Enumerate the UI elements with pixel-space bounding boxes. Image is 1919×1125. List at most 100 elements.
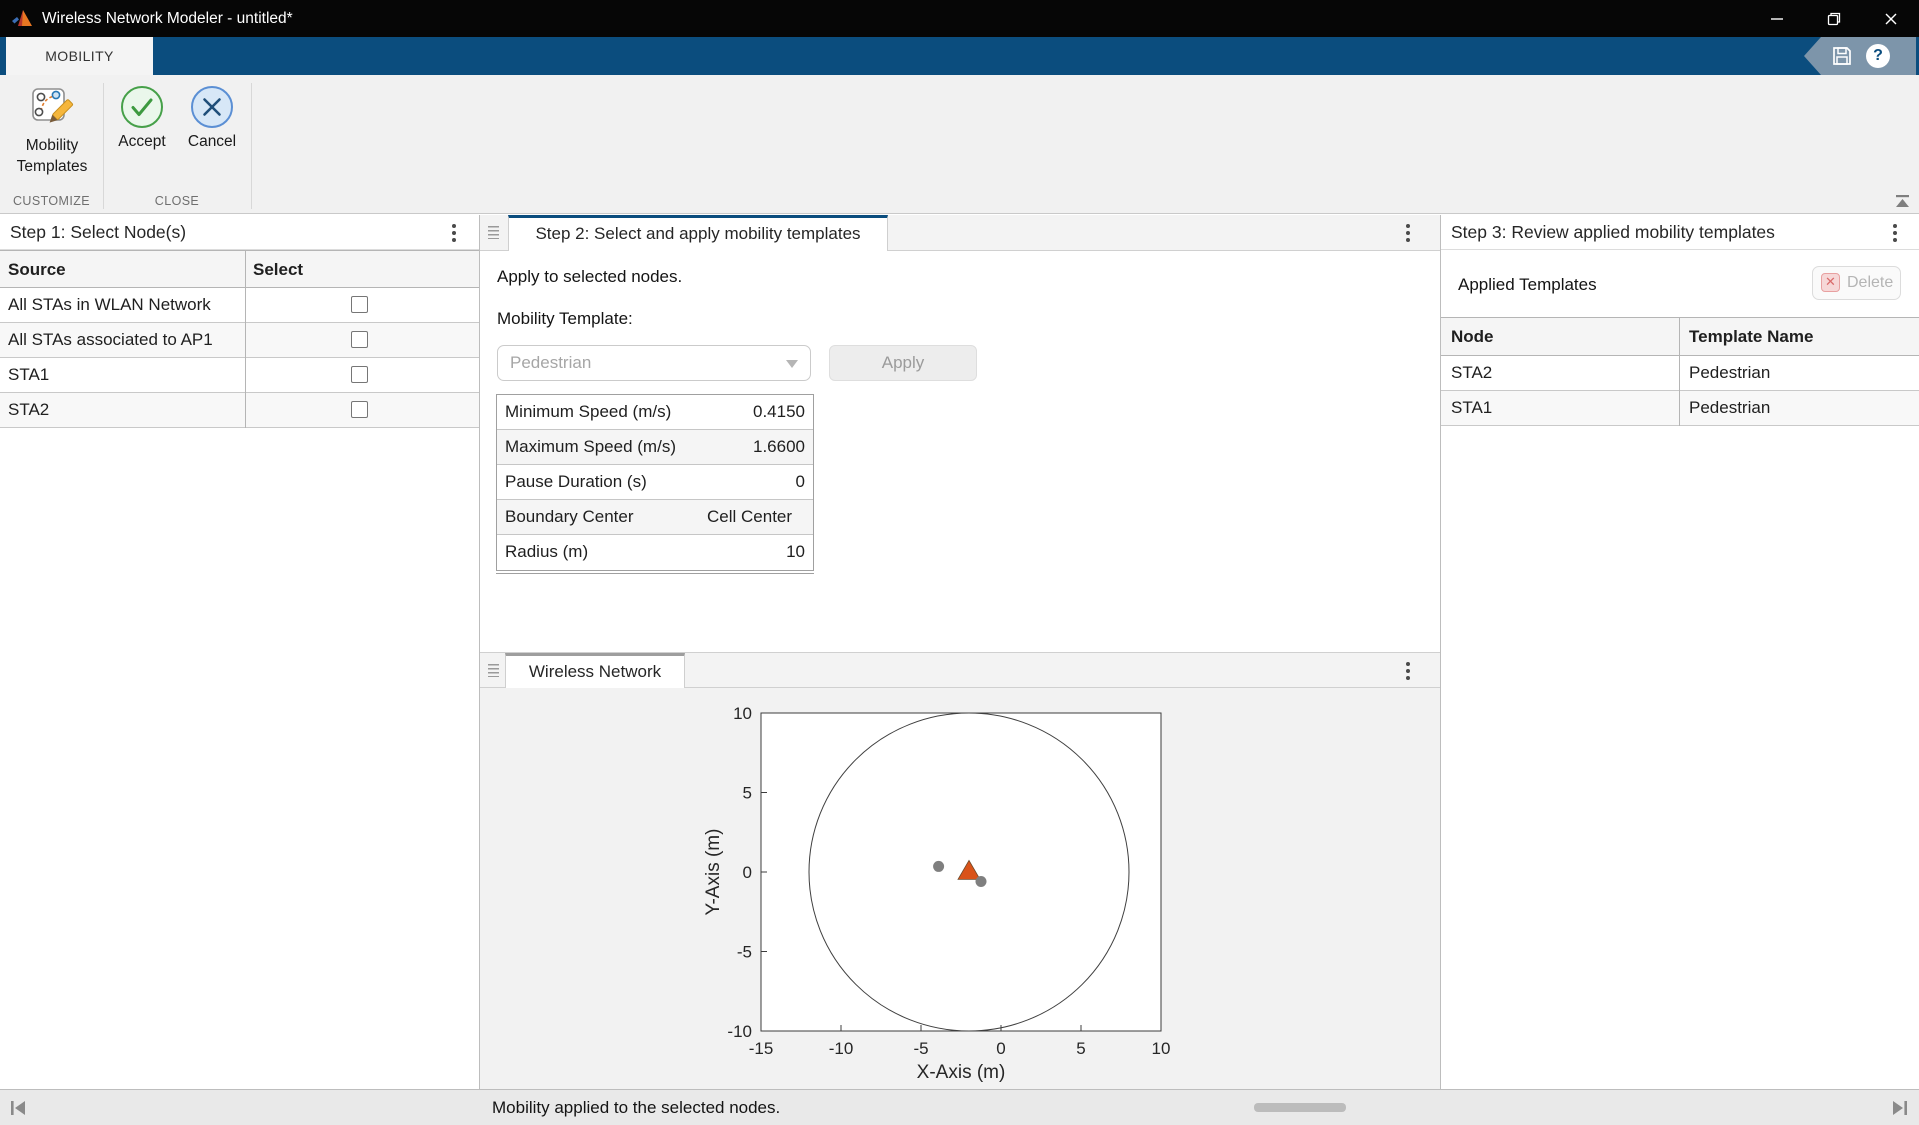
step3-header: Step 3: Review applied mobility template… bbox=[1441, 215, 1919, 250]
source-cell: All STAs in WLAN Network bbox=[8, 288, 211, 322]
source-cell: All STAs associated to AP1 bbox=[8, 323, 213, 357]
delete-button[interactable]: ✕ Delete bbox=[1812, 266, 1901, 300]
help-icon[interactable]: ? bbox=[1866, 44, 1890, 68]
mobility-template-label: Mobility Template: bbox=[497, 309, 633, 329]
step1-menu-icon[interactable] bbox=[452, 224, 456, 228]
step2-hint: Apply to selected nodes. bbox=[497, 267, 682, 287]
panel-step3: Step 3: Review applied mobility template… bbox=[1441, 215, 1919, 1089]
restore-icon bbox=[1825, 10, 1843, 28]
param-value: 0.4150 bbox=[699, 395, 813, 429]
param-name: Pause Duration (s) bbox=[505, 465, 647, 499]
table-row[interactable]: STA2 Pedestrian bbox=[1441, 356, 1919, 391]
quick-access-toolbar: ? bbox=[1804, 37, 1916, 75]
dropdown-value: Pedestrian bbox=[510, 346, 591, 380]
tab-wireless-network[interactable]: Wireless Network bbox=[505, 653, 685, 689]
step3-title: Step 3: Review applied mobility template… bbox=[1451, 215, 1775, 249]
matlab-logo-icon bbox=[10, 7, 34, 31]
mobility-template-dropdown[interactable]: Pedestrian bbox=[497, 345, 811, 381]
table-row[interactable]: STA2 bbox=[0, 393, 479, 428]
param-value: 0 bbox=[699, 465, 813, 499]
apply-button[interactable]: Apply bbox=[829, 345, 977, 381]
delete-x-icon: ✕ bbox=[1821, 273, 1840, 292]
chevron-down-icon bbox=[786, 360, 798, 368]
mobility-templates-button[interactable]: Mobility Templates bbox=[2, 81, 102, 177]
param-row: Pause Duration (s) 0 bbox=[497, 465, 813, 500]
minimize-button[interactable] bbox=[1748, 0, 1805, 37]
select-checkbox[interactable] bbox=[351, 401, 368, 418]
network-plot-figure: -15-10-50510-10-50510X-Axis (m)Y-Axis (m… bbox=[480, 688, 1440, 1089]
select-checkbox[interactable] bbox=[351, 331, 368, 348]
step2-menu-icon[interactable] bbox=[1406, 224, 1410, 228]
step2-tabbar: Step 2: Select and apply mobility templa… bbox=[480, 215, 1440, 251]
svg-text:0: 0 bbox=[996, 1039, 1005, 1058]
param-row: Radius (m)10 bbox=[497, 535, 813, 570]
svg-text:-15: -15 bbox=[749, 1039, 774, 1058]
step1-table-header: SourceSelect bbox=[0, 250, 479, 288]
delete-label: Delete bbox=[1847, 267, 1893, 299]
minimize-icon bbox=[1768, 10, 1786, 28]
panel-step1: Step 1: Select Node(s) SourceSelectAll S… bbox=[0, 215, 480, 1089]
cancel-button[interactable]: Cancel bbox=[177, 81, 247, 152]
collapse-ribbon-button[interactable] bbox=[1894, 194, 1911, 208]
close-icon bbox=[1882, 10, 1900, 28]
svg-text:10: 10 bbox=[733, 704, 752, 723]
workspace: Step 1: Select Node(s) SourceSelectAll S… bbox=[0, 215, 1919, 1089]
node-cell: STA1 bbox=[1451, 391, 1492, 425]
svg-text:5: 5 bbox=[1076, 1039, 1085, 1058]
params-table-baseline bbox=[496, 573, 814, 574]
param-row: Maximum Speed (m/s)1.6600 bbox=[497, 430, 813, 465]
param-value: 1.6600 bbox=[699, 430, 813, 464]
select-checkbox[interactable] bbox=[351, 366, 368, 383]
svg-text:X-Axis (m): X-Axis (m) bbox=[917, 1062, 1006, 1083]
drag-handle-icon[interactable] bbox=[488, 226, 499, 239]
status-message: Mobility applied to the selected nodes. bbox=[492, 1090, 780, 1125]
svg-text:Y-Axis (m): Y-Axis (m) bbox=[703, 829, 724, 916]
table-row[interactable]: All STAs in WLAN Network bbox=[0, 288, 479, 323]
skip-to-start-icon[interactable] bbox=[9, 1099, 27, 1117]
column-divider bbox=[1679, 317, 1680, 426]
svg-text:-10: -10 bbox=[829, 1039, 854, 1058]
group-label-customize: CUSTOMIZE bbox=[0, 194, 103, 208]
node-cell: STA2 bbox=[1451, 356, 1492, 390]
source-cell: STA1 bbox=[8, 358, 49, 392]
mobility-templates-icon bbox=[29, 85, 75, 133]
table-row[interactable]: All STAs associated to AP1 bbox=[0, 323, 479, 358]
applied-templates-label: Applied Templates bbox=[1458, 275, 1597, 295]
column-header-select: Select bbox=[253, 251, 303, 288]
plot-menu-icon[interactable] bbox=[1406, 662, 1410, 666]
panel-step2: Step 2: Select and apply mobility templa… bbox=[480, 215, 1441, 1089]
select-checkbox[interactable] bbox=[351, 296, 368, 313]
param-name: Boundary Center bbox=[505, 500, 634, 534]
horizontal-scrollbar[interactable] bbox=[1254, 1103, 1346, 1112]
accept-check-icon bbox=[120, 85, 164, 129]
svg-text:5: 5 bbox=[743, 784, 752, 803]
step3-menu-icon[interactable] bbox=[1893, 224, 1897, 228]
param-row: Minimum Speed (m/s) 0.4150 bbox=[497, 395, 813, 430]
column-header-template-name: Template Name bbox=[1689, 318, 1813, 356]
template-name-cell: Pedestrian bbox=[1689, 356, 1770, 390]
mobility-templates-label-line1: Mobility bbox=[2, 135, 102, 156]
table-row[interactable]: STA1 Pedestrian bbox=[1441, 391, 1919, 426]
accept-button[interactable]: Accept bbox=[107, 81, 177, 152]
svg-text:10: 10 bbox=[1152, 1039, 1171, 1058]
ribbon-separator bbox=[251, 83, 252, 209]
statusbar: Mobility applied to the selected nodes. bbox=[0, 1089, 1919, 1125]
param-name: Minimum Speed (m/s) bbox=[505, 395, 671, 429]
drag-handle-icon[interactable] bbox=[488, 664, 499, 677]
table-row[interactable]: STA1 bbox=[0, 358, 479, 393]
restore-button[interactable] bbox=[1805, 0, 1862, 37]
source-cell: STA2 bbox=[8, 393, 49, 427]
tab-mobility[interactable]: MOBILITY bbox=[6, 37, 153, 75]
template-params-table: Minimum Speed (m/s) 0.4150Maximum Speed (… bbox=[496, 394, 814, 571]
window-title: Wireless Network Modeler - untitled* bbox=[42, 0, 293, 37]
app-window: Wireless Network Modeler - untitled* MOB… bbox=[0, 0, 1919, 1125]
column-divider bbox=[245, 250, 246, 428]
accept-label: Accept bbox=[107, 131, 177, 152]
skip-to-end-icon[interactable] bbox=[1891, 1099, 1909, 1117]
template-name-cell: Pedestrian bbox=[1689, 391, 1770, 425]
save-icon[interactable] bbox=[1830, 44, 1854, 68]
param-row: Boundary CenterCell Center bbox=[497, 500, 813, 535]
close-button[interactable] bbox=[1862, 0, 1919, 37]
ribbon-separator bbox=[103, 83, 104, 209]
tab-step2[interactable]: Step 2: Select and apply mobility templa… bbox=[508, 215, 888, 251]
